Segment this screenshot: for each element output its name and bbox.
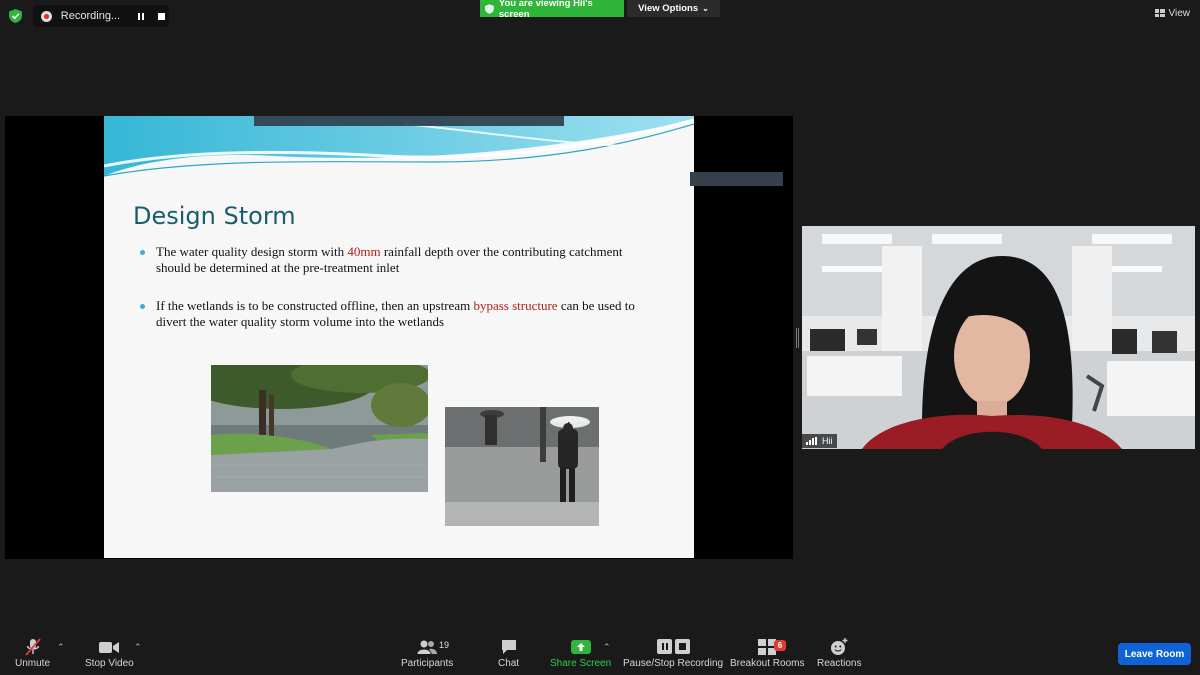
view-button-label: View [1168, 7, 1191, 19]
pause-stop-icon [655, 637, 691, 657]
recording-icon [41, 10, 52, 22]
participants-label: Participants [401, 658, 454, 669]
stop-video-label: Stop Video [85, 658, 134, 669]
reactions-label: Reactions [817, 658, 862, 669]
umbrella-walk-photo [445, 407, 599, 526]
pause-recording-button[interactable] [134, 8, 150, 24]
presentation-slide: Design Storm The water quality design st… [104, 116, 694, 558]
leave-room-button[interactable]: Leave Room [1118, 643, 1191, 665]
participant-name: Hii [822, 436, 833, 446]
rain-park-photo [211, 365, 428, 492]
view-options-label: View Options [638, 3, 699, 14]
participant-name-tag: Hii [802, 434, 837, 448]
chevron-down-icon: ⌄ [702, 4, 709, 13]
smiley-plus-icon [829, 637, 849, 657]
panel-resize-handle[interactable] [796, 328, 799, 348]
chat-label: Chat [498, 658, 520, 669]
pause-stop-recording-button[interactable]: Pause/Stop Recording [623, 637, 723, 669]
slide-bullet-2: If the wetlands is to be constructed off… [138, 298, 658, 330]
bullet-1-text-start: The water quality design storm with [156, 244, 348, 259]
recording-indicator: Recording... [33, 5, 169, 27]
share-screen-button[interactable]: Share Screen [550, 637, 611, 669]
share-options-caret[interactable]: ⌃ [603, 642, 611, 653]
slide-top-overlay-bar [254, 116, 564, 126]
slide-side-overlay-bar [690, 172, 783, 186]
unmute-button[interactable]: Unmute [15, 637, 50, 669]
view-options-button[interactable]: View Options ⌄ [627, 0, 720, 17]
security-shield-icon[interactable] [9, 9, 22, 23]
bullet-2-text-start: If the wetlands is to be constructed off… [156, 298, 474, 313]
recording-label: Recording... [60, 10, 121, 22]
chat-bubble-icon [499, 637, 519, 657]
participants-icon [416, 637, 438, 657]
bullet-1-highlight: 40mm [347, 244, 381, 259]
grid-view-icon [1154, 9, 1165, 17]
reactions-button[interactable]: Reactions [817, 637, 861, 669]
share-screen-icon [570, 637, 592, 657]
muted-mic-icon [23, 637, 43, 657]
viewing-screen-text: You are viewing Hii's screen [498, 0, 593, 20]
slide-wave-header [104, 116, 694, 177]
participants-count: 19 [439, 640, 450, 650]
slide-bullet-1: The water quality design storm with 40mm… [138, 244, 658, 276]
shield-icon [485, 3, 494, 14]
video-options-caret[interactable]: ⌃ [134, 642, 142, 653]
view-button[interactable]: View [1152, 4, 1190, 22]
slide-title: Design Storm [133, 202, 296, 230]
breakout-rooms-button[interactable]: Breakout Rooms [730, 637, 804, 669]
participant-video[interactable] [802, 226, 1195, 449]
signal-strength-icon [806, 437, 818, 445]
recording-controls-label: Pause/Stop Recording [623, 658, 724, 669]
breakout-rooms-label: Breakout Rooms [730, 658, 805, 669]
video-camera-icon [98, 637, 120, 657]
unmute-label: Unmute [15, 658, 51, 669]
bullet-2-highlight: bypass structure [473, 298, 558, 313]
stop-video-button[interactable]: Stop Video [85, 637, 134, 669]
audio-options-caret[interactable]: ⌃ [57, 642, 65, 653]
share-screen-label: Share Screen [550, 658, 612, 669]
chat-button[interactable]: Chat [498, 637, 519, 669]
stop-recording-button[interactable] [153, 8, 169, 24]
viewing-screen-banner: You are viewing Hii's screen [480, 0, 624, 20]
breakout-rooms-badge: 6 [774, 640, 786, 651]
